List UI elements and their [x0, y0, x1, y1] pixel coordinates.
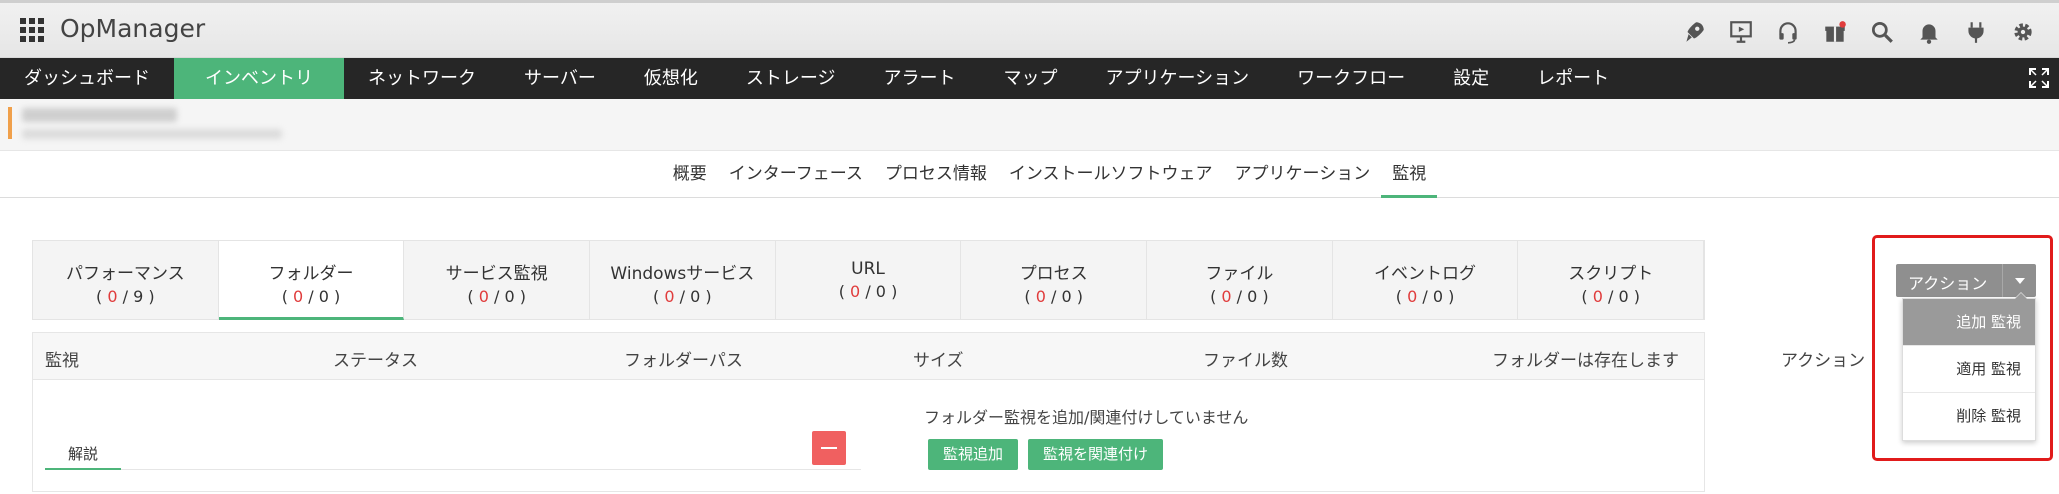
device-status-bar	[8, 107, 12, 139]
action-button-label: アクション	[1908, 274, 1988, 293]
column-monitor[interactable]: 監視	[45, 346, 79, 371]
tab-overview[interactable]: 概要	[662, 151, 718, 198]
category-folder[interactable]: フォルダー ( 0 / 0 )	[218, 241, 405, 320]
app-title: OpManager	[60, 14, 206, 43]
category-label: URL	[851, 259, 885, 279]
category-count: ( 0 / 0 )	[281, 287, 341, 306]
category-label: フォルダー	[268, 264, 354, 284]
nav-virtualization[interactable]: 仮想化	[620, 58, 722, 99]
tab-installed-software[interactable]: インストールソフトウェア	[998, 151, 1224, 198]
device-subtabs: 概要 インターフェース プロセス情報 インストールソフトウェア アプリケーション…	[0, 151, 2059, 198]
bell-icon[interactable]	[1912, 15, 1945, 48]
add-monitor-button[interactable]: 監視追加	[928, 439, 1019, 470]
category-process[interactable]: プロセス ( 0 / 0 )	[961, 241, 1148, 320]
category-label: プロセス	[1019, 264, 1088, 284]
column-folder-path[interactable]: フォルダーパス	[624, 346, 743, 371]
top-bar: OpManager	[0, 0, 2059, 58]
nav-inventory[interactable]: インベントリ	[174, 58, 344, 99]
category-label: イベントログ	[1374, 264, 1477, 284]
category-count: ( 0 / 0 )	[467, 287, 526, 306]
menu-delete-monitor[interactable]: 削除 監視	[1903, 393, 2035, 440]
main-nav: ダッシュボード インベントリ ネットワーク サーバー 仮想化 ストレージ アラー…	[0, 58, 2059, 99]
presentation-icon[interactable]	[1724, 15, 1757, 48]
column-file-count[interactable]: ファイル数	[1203, 346, 1288, 371]
category-count: ( 0 / 0 )	[653, 287, 712, 306]
gear-icon[interactable]	[2006, 15, 2039, 48]
action-menu: 追加 監視 適用 監視 削除 監視	[1902, 292, 2036, 441]
rocket-icon[interactable]	[1677, 15, 1710, 48]
nav-reports[interactable]: レポート	[1513, 58, 1633, 99]
category-url[interactable]: URL ( 0 / 0 )	[776, 241, 962, 320]
fullscreen-icon[interactable]	[2027, 66, 2051, 90]
column-status[interactable]: ステータス	[333, 346, 418, 371]
nav-maps[interactable]: マップ	[979, 58, 1081, 99]
column-folder-exists[interactable]: フォルダーは存在します	[1492, 346, 1679, 371]
category-label: ファイル	[1205, 264, 1274, 284]
tab-explanation[interactable]: 解説	[45, 438, 121, 470]
device-header	[0, 99, 2059, 151]
column-size[interactable]: サイズ	[913, 346, 964, 371]
nav-servers[interactable]: サーバー	[500, 58, 620, 99]
plug-icon[interactable]	[1959, 15, 1992, 48]
category-event-log[interactable]: イベントログ ( 0 / 0 )	[1333, 241, 1519, 320]
category-performance[interactable]: パフォーマンス ( 0 / 9 )	[33, 241, 219, 320]
category-label: サービス監視	[445, 264, 548, 284]
tab-interfaces[interactable]: インターフェース	[718, 151, 874, 198]
category-count: ( 0 / 0 )	[1395, 287, 1455, 306]
app-grid-icon[interactable]	[20, 18, 44, 42]
top-icons	[1677, 15, 2039, 48]
tab-applications[interactable]: アプリケーション	[1224, 151, 1382, 198]
explanation-divider	[121, 469, 861, 470]
nav-workflow[interactable]: ワークフロー	[1273, 58, 1429, 99]
device-name-redacted	[22, 108, 177, 122]
collapse-button[interactable]	[812, 431, 846, 465]
nav-settings[interactable]: 設定	[1429, 58, 1513, 99]
folder-monitor-table-body: フォルダー監視を追加/関連付けしていません 監視追加 監視を関連付け 解説	[32, 380, 1705, 492]
category-count: ( 0 / 0 )	[1210, 287, 1269, 306]
tab-monitors[interactable]: 監視	[1381, 151, 1438, 198]
menu-apply-monitor[interactable]: 適用 監視	[1903, 346, 2035, 393]
search-icon[interactable]	[1865, 15, 1898, 48]
nav-applications[interactable]: アプリケーション	[1081, 58, 1273, 99]
category-label: Windowsサービス	[610, 264, 755, 284]
folder-monitor-table-header: 監視 ステータス フォルダーパス サイズ ファイル数 フォルダーは存在します ア…	[32, 332, 1865, 380]
column-action[interactable]: アクション	[1781, 346, 1865, 371]
gift-icon[interactable]	[1818, 15, 1851, 48]
category-file[interactable]: ファイル ( 0 / 0 )	[1147, 241, 1333, 320]
category-service[interactable]: サービス監視 ( 0 / 0 )	[404, 241, 591, 320]
category-label: スクリプト	[1568, 264, 1654, 284]
headset-icon[interactable]	[1771, 15, 1804, 48]
category-script[interactable]: スクリプト ( 0 / 0 )	[1518, 241, 1705, 320]
nav-alerts[interactable]: アラート	[859, 58, 979, 99]
nav-storage[interactable]: ストレージ	[722, 58, 860, 99]
monitor-category-tabs: パフォーマンス ( 0 / 9 ) フォルダー ( 0 / 0 ) サービス監視…	[32, 240, 1705, 320]
category-count: ( 0 / 0 )	[1581, 287, 1640, 306]
empty-message: フォルダー監視を追加/関連付けしていません	[924, 408, 1249, 427]
device-details-redacted	[22, 129, 282, 139]
menu-add-monitor[interactable]: 追加 監視	[1903, 299, 2035, 346]
category-count: ( 0 / 9 )	[96, 287, 155, 306]
nav-dashboard[interactable]: ダッシュボード	[0, 58, 174, 99]
associate-monitor-button[interactable]: 監視を関連付け	[1028, 439, 1164, 470]
category-label: パフォーマンス	[66, 264, 185, 284]
tab-processes[interactable]: プロセス情報	[874, 151, 998, 198]
nav-network[interactable]: ネットワーク	[344, 58, 500, 99]
category-windows-service[interactable]: Windowsサービス ( 0 / 0 )	[590, 241, 776, 320]
category-count: ( 0 / 0 )	[1024, 287, 1083, 306]
category-count: ( 0 / 0 )	[838, 282, 898, 301]
